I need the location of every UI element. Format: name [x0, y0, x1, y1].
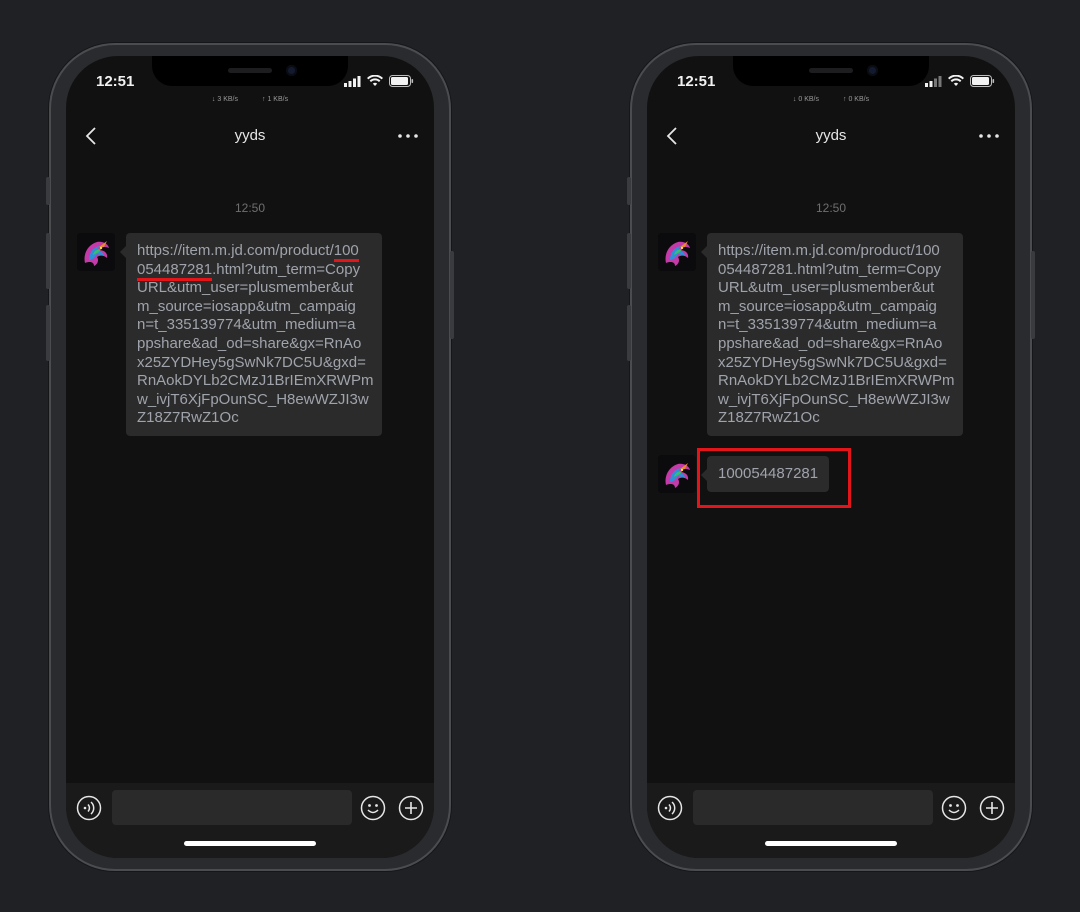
- avatar[interactable]: [658, 233, 696, 271]
- product-id-underlined-part1: 100: [333, 242, 359, 262]
- more-dots-icon[interactable]: [396, 124, 420, 148]
- message-input[interactable]: [112, 790, 352, 825]
- chat-header: yyds: [66, 114, 434, 158]
- message-line: 054487281.html?utm_term=Copy: [718, 260, 942, 278]
- wifi-icon: [367, 75, 383, 86]
- volume-down-button: [46, 305, 50, 361]
- network-speed: ↓ 3 KB/s ↑ 1 KB/s: [66, 96, 434, 103]
- dragon-avatar-icon: [658, 455, 696, 493]
- network-speed: ↓ 0 KB/s ↑ 0 KB/s: [647, 96, 1015, 103]
- phone-frame-right: 12:51 ↓ 0 KB/s ↑ 0 KB/s yyds 12:50 https…: [627, 43, 1035, 871]
- download-speed: ↓ 3 KB/s: [211, 96, 238, 103]
- message-input[interactable]: [693, 790, 933, 825]
- chat-screen-right: 12:51 ↓ 0 KB/s ↑ 0 KB/s yyds 12:50 https…: [647, 56, 1015, 858]
- message-line: m_source=iosapp&utm_campaig: [137, 297, 356, 315]
- signal-icon: [344, 75, 361, 87]
- volume-down-button: [627, 305, 631, 361]
- message-timestamp: 12:50: [234, 201, 266, 215]
- message-bubble-url[interactable]: https://item.m.jd.com/product/100 054487…: [701, 233, 963, 436]
- mute-switch: [627, 177, 631, 205]
- avatar[interactable]: [658, 455, 696, 493]
- home-indicator[interactable]: [184, 841, 316, 846]
- wifi-icon: [948, 75, 964, 86]
- phone-frame-left: 12:51 ↓ 3 KB/s ↑ 1 KB/s yyds 12:50 https…: [46, 43, 454, 871]
- dragon-avatar-icon: [658, 233, 696, 271]
- mute-switch: [46, 177, 50, 205]
- message-line: Z18Z7RwZ1Oc: [137, 409, 239, 427]
- message-line: Z18Z7RwZ1Oc: [718, 409, 820, 427]
- highlight-box: [697, 448, 851, 508]
- power-button: [1031, 251, 1035, 339]
- signal-icon: [925, 75, 942, 87]
- message-line: https://item.m.jd.com/product/100: [718, 242, 940, 259]
- notch: [152, 56, 348, 86]
- message-line: x25ZYDHey5gSwNk7DC5U&gxd=: [718, 353, 947, 371]
- volume-up-button: [627, 233, 631, 289]
- power-button: [450, 251, 454, 339]
- plus-icon[interactable]: [979, 795, 1005, 821]
- message-line: w_ivjT6XjFpOunSC_H8ewWZJI3w: [718, 390, 950, 408]
- more-dots-icon[interactable]: [977, 124, 1001, 148]
- avatar[interactable]: [77, 233, 115, 271]
- message-line: ppshare&ad_od=share&gx=RnAo: [137, 334, 362, 352]
- battery-icon: [970, 75, 995, 87]
- download-speed: ↓ 0 KB/s: [792, 96, 819, 103]
- product-id-underlined-part2: 054487281: [137, 260, 213, 281]
- upload-speed: ↑ 1 KB/s: [262, 96, 289, 103]
- message-line: n=t_335139774&utm_medium=a: [137, 316, 356, 334]
- url-prefix: https://item.m.jd.com/product/: [137, 242, 334, 259]
- status-icons: [344, 75, 414, 87]
- voice-icon[interactable]: [76, 795, 102, 821]
- message-line: https://item.m.jd.com/product/100: [137, 242, 371, 262]
- emoji-icon[interactable]: [360, 795, 386, 821]
- upload-speed: ↑ 0 KB/s: [843, 96, 870, 103]
- message-line: m_source=iosapp&utm_campaig: [718, 297, 937, 315]
- home-indicator[interactable]: [765, 841, 897, 846]
- status-time: 12:51: [677, 73, 716, 90]
- message-line: RnAokDYLb2CMzJ1BrIEmXRWPm: [718, 372, 955, 390]
- voice-icon[interactable]: [657, 795, 683, 821]
- emoji-icon[interactable]: [941, 795, 967, 821]
- message-bubble-url[interactable]: https://item.m.jd.com/product/100 054487…: [120, 233, 382, 436]
- notch: [733, 56, 929, 86]
- message-line: URL&utm_user=plusmember&ut: [137, 279, 354, 297]
- volume-up-button: [46, 233, 50, 289]
- input-bar: [647, 783, 1015, 858]
- message-line: n=t_335139774&utm_medium=a: [718, 316, 937, 334]
- plus-icon[interactable]: [398, 795, 424, 821]
- chat-screen-left: 12:51 ↓ 3 KB/s ↑ 1 KB/s yyds 12:50 https…: [66, 56, 434, 858]
- message-line: 054487281.html?utm_term=Copy: [137, 260, 371, 281]
- status-icons: [925, 75, 995, 87]
- message-line: w_ivjT6XjFpOunSC_H8ewWZJI3w: [137, 390, 369, 408]
- message-line: ppshare&ad_od=share&gx=RnAo: [718, 334, 943, 352]
- chat-title: yyds: [815, 127, 847, 144]
- status-time: 12:51: [96, 73, 135, 90]
- battery-icon: [389, 75, 414, 87]
- dragon-avatar-icon: [77, 233, 115, 271]
- message-line: RnAokDYLb2CMzJ1BrIEmXRWPm: [137, 372, 374, 390]
- chat-title: yyds: [234, 127, 266, 144]
- input-bar: [66, 783, 434, 858]
- message-timestamp: 12:50: [815, 201, 847, 215]
- url-rest: .html?utm_term=Copy: [212, 260, 361, 278]
- message-line: x25ZYDHey5gSwNk7DC5U&gxd=: [137, 353, 366, 371]
- chat-header: yyds: [647, 114, 1015, 158]
- message-line: URL&utm_user=plusmember&ut: [718, 279, 935, 297]
